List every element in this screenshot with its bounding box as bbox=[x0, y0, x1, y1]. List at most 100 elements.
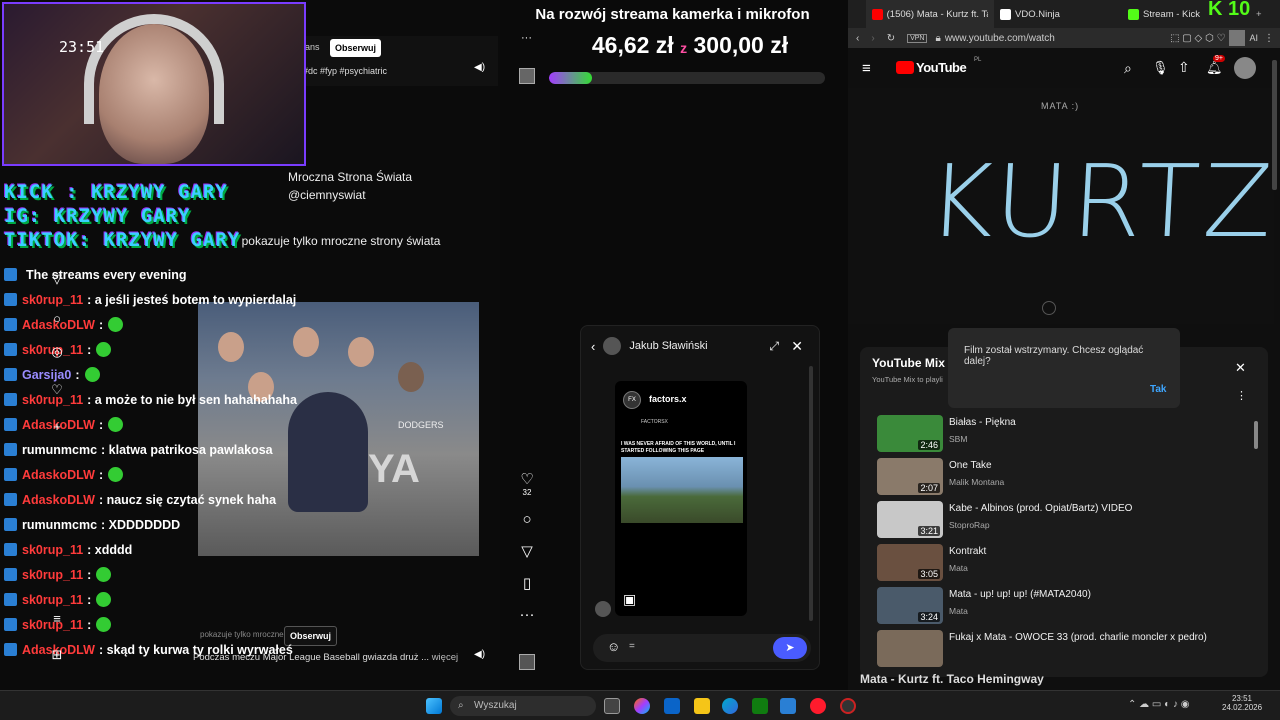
browser-tab[interactable]: VDO.Ninja bbox=[994, 0, 1122, 28]
close-mix-icon[interactable]: ✕ bbox=[1235, 360, 1246, 376]
url-text[interactable]: www.youtube.com/watch bbox=[945, 33, 1055, 44]
mix-thumbnail[interactable]: 3:21 bbox=[877, 501, 943, 538]
sound-avatar[interactable] bbox=[519, 654, 535, 670]
chat-username[interactable]: Garsija0 bbox=[22, 368, 71, 382]
volume-icon-bottom[interactable]: ◀) bbox=[474, 649, 485, 660]
copilot-icon[interactable] bbox=[634, 698, 650, 714]
chat-username[interactable]: AdaskoDLW bbox=[22, 493, 95, 507]
explorer-icon[interactable] bbox=[694, 698, 710, 714]
mix-thumbnail[interactable] bbox=[877, 630, 943, 667]
mix-item-title[interactable]: One Take bbox=[949, 460, 992, 471]
mix-item-channel[interactable]: Mata bbox=[949, 563, 968, 573]
like-icon[interactable]: ♡ 32 bbox=[512, 470, 542, 497]
tray-icons[interactable]: ⌃ ☁ ▭ ◐ ♪ ◉ bbox=[1128, 699, 1189, 710]
bell-icon[interactable]: 🔔︎ bbox=[1206, 60, 1223, 76]
mix-item-title[interactable]: Mata - up! up! up! (#MATA2040) bbox=[949, 589, 1091, 600]
close-icon[interactable]: ✕ bbox=[791, 338, 803, 355]
taskbar-search[interactable]: ⌕ Wyszukaj bbox=[450, 696, 596, 716]
mix-item-channel[interactable]: SBM bbox=[949, 434, 967, 444]
share-icon-tt[interactable]: ▽ bbox=[512, 542, 542, 560]
mix-item-channel[interactable]: Mata bbox=[949, 606, 968, 616]
reload-icon[interactable]: ↻ bbox=[887, 33, 895, 44]
youtube-player[interactable]: MATA :) KURTZ bbox=[848, 88, 1279, 324]
mix-item[interactable]: 3:24 Mata - up! up! up! (#MATA2040) Mata bbox=[877, 587, 1257, 627]
mix-item-channel[interactable]: Malik Montana bbox=[949, 477, 1004, 487]
volume-icon[interactable]: ◀) bbox=[474, 62, 485, 73]
account-avatar[interactable] bbox=[1234, 57, 1256, 79]
menu-icon[interactable]: ≡ bbox=[50, 612, 64, 626]
more-icon[interactable]: ··· bbox=[512, 606, 542, 623]
plus-icon[interactable]: + bbox=[50, 420, 64, 434]
mix-item-title[interactable]: Białas - Piękna bbox=[949, 417, 1016, 428]
opera-icon[interactable] bbox=[810, 698, 826, 714]
bookmark-icon[interactable]: ▯ bbox=[512, 574, 542, 592]
chat-username[interactable]: sk0rup_11 bbox=[22, 293, 83, 307]
mix-thumbnail[interactable]: 2:46 bbox=[877, 415, 943, 452]
windows-start-icon[interactable] bbox=[426, 698, 442, 714]
comment-icon[interactable]: ○ bbox=[512, 511, 542, 528]
mix-scrollbar[interactable] bbox=[1254, 421, 1258, 449]
extension-icons[interactable]: ⬚ ▢ ◇ ⬡ ♡ bbox=[1170, 33, 1225, 44]
mix-item[interactable]: 2:07 One Take Malik Montana bbox=[877, 458, 1257, 498]
forward-icon[interactable]: › bbox=[871, 33, 874, 44]
edge-icon[interactable] bbox=[722, 698, 738, 714]
page-scrollbar[interactable] bbox=[1272, 60, 1277, 190]
back-icon-browser[interactable]: ‹ bbox=[856, 33, 859, 44]
taskbar-clock[interactable]: 23:51 24.02.2026 bbox=[1222, 694, 1262, 712]
reel-icon[interactable]: ▣ bbox=[623, 591, 636, 608]
chat-username[interactable]: AdaskoDLW bbox=[22, 468, 95, 482]
mix-item[interactable]: 3:21 Kabe - Albinos (prod. Opiat/Bartz) V… bbox=[877, 501, 1257, 541]
chat-username[interactable]: sk0rup_11 bbox=[22, 543, 83, 557]
emoji-icon[interactable]: ☺ bbox=[607, 639, 620, 654]
chat-username[interactable]: rumunmcmc bbox=[22, 518, 97, 532]
task-view-icon[interactable] bbox=[604, 698, 620, 714]
mix-item[interactable]: 2:46 Białas - Piękna SBM bbox=[877, 415, 1257, 455]
grid-icon[interactable]: ⊞ bbox=[50, 648, 64, 662]
profile-avatar[interactable] bbox=[1229, 30, 1246, 46]
mix-item-title[interactable]: Kontrakt bbox=[949, 546, 986, 557]
back-icon[interactable]: ‹ bbox=[591, 339, 595, 354]
search-icon-yt[interactable]: ⌕ bbox=[1124, 60, 1132, 77]
vpn-badge[interactable]: VPN bbox=[907, 33, 928, 43]
mix-item-title[interactable]: Kabe - Albinos (prod. Opiat/Bartz) VIDEO bbox=[949, 503, 1132, 514]
dm-contact-name[interactable]: Jakub Sławiński bbox=[629, 340, 707, 352]
mix-item-channel[interactable]: StoproRap bbox=[949, 520, 990, 530]
new-tab-button[interactable]: + bbox=[1256, 9, 1262, 20]
chat-username[interactable]: rumunmcmc bbox=[22, 443, 97, 457]
mix-item[interactable]: 3:05 Kontrakt Mata bbox=[877, 544, 1257, 584]
mix-item-title[interactable]: Fukaj x Mata - OWOCE 33 (prod. charlie m… bbox=[949, 632, 1207, 643]
browser-tab[interactable]: (1506) Mata - Kurtz ft. Ta bbox=[866, 0, 994, 28]
obs-icon[interactable] bbox=[840, 698, 856, 714]
chat-username[interactable]: sk0rup_11 bbox=[22, 593, 83, 607]
popup-yes-button[interactable]: Tak bbox=[1150, 384, 1167, 395]
more-icon-top[interactable]: ··· bbox=[521, 32, 532, 44]
mix-menu-icon[interactable]: ⋮ bbox=[1236, 389, 1247, 402]
mix-title[interactable]: YouTube Mix bbox=[872, 356, 945, 370]
hamburger-icon[interactable]: ≡ bbox=[862, 60, 871, 77]
mix-thumbnail[interactable]: 2:07 bbox=[877, 458, 943, 495]
upload-icon[interactable]: ⇧ bbox=[1178, 59, 1190, 76]
mix-item[interactable]: Fukaj x Mata - OWOCE 33 (prod. charlie m… bbox=[877, 630, 1257, 670]
menu-dots-icon[interactable]: ⋮ bbox=[1264, 33, 1274, 44]
app-icon[interactable] bbox=[780, 698, 796, 714]
shared-post-card[interactable]: FX factors.x FACTORSX I WAS NEVER AFRAID… bbox=[615, 381, 747, 616]
send-button[interactable]: ➤ bbox=[773, 637, 807, 659]
xbox-icon[interactable] bbox=[752, 698, 768, 714]
share-icon[interactable]: ▽ bbox=[50, 272, 64, 286]
explore-icon[interactable]: ◎ bbox=[50, 345, 64, 359]
avatar[interactable] bbox=[603, 337, 622, 355]
store-icon[interactable] bbox=[664, 698, 680, 714]
tiktok-account-name[interactable]: Mroczna Strona Świata bbox=[288, 170, 412, 184]
dm-scrollbar[interactable] bbox=[809, 366, 813, 621]
caption-more-link[interactable]: więcej bbox=[432, 652, 458, 663]
youtube-logo-text[interactable]: YouTube bbox=[916, 60, 967, 75]
ai-button[interactable]: AI bbox=[1249, 33, 1258, 43]
mic-icon[interactable]: 🎙︎ bbox=[1152, 60, 1169, 76]
expand-icon[interactable]: ⤢ bbox=[769, 339, 779, 354]
mix-thumbnail[interactable]: 3:05 bbox=[877, 544, 943, 581]
heart-icon[interactable]: ♡ bbox=[50, 383, 64, 397]
profile-thumb[interactable] bbox=[519, 68, 535, 84]
follow-button-top[interactable]: Obserwuj bbox=[330, 39, 382, 57]
mix-thumbnail[interactable]: 3:24 bbox=[877, 587, 943, 624]
youtube-logo-icon[interactable] bbox=[896, 61, 914, 74]
